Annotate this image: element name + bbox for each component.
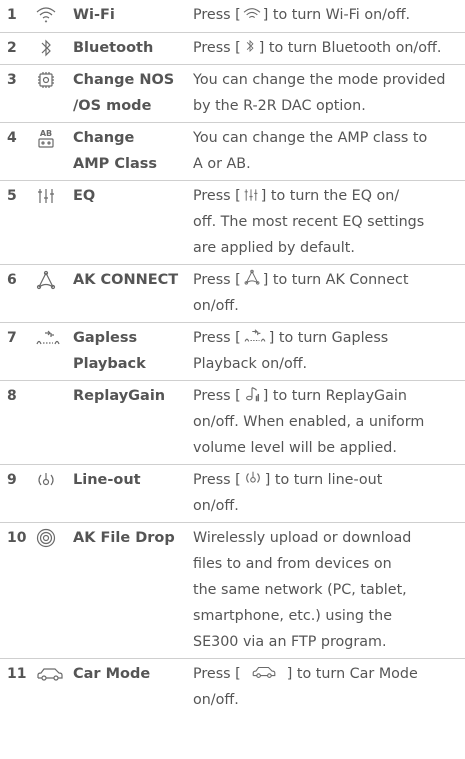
desc-text: Wirelessly upload or download — [193, 529, 412, 546]
ak-connect-icon — [36, 270, 56, 289]
row-number: 1 — [7, 7, 17, 23]
desc-text: by the R-2R DAC option. — [193, 97, 366, 114]
row-number: 6 — [7, 271, 17, 288]
desc-text: on/off. When enabled, a uniform — [193, 413, 425, 430]
wifi-icon — [243, 8, 261, 18]
feature-name: AK CONNECT — [73, 271, 179, 288]
desc-text: on/off. — [193, 691, 239, 708]
desc-text: off. The most recent EQ settings — [193, 213, 425, 230]
desc-text: ] to turn line-out — [264, 471, 383, 488]
table-row: 4 AB Change AMP Class You can change the … — [0, 122, 465, 181]
desc-text: Press [ — [193, 471, 241, 488]
desc-text: You can change the AMP class to — [193, 129, 428, 146]
row-number: 9 — [7, 471, 17, 488]
row-number: 10 — [7, 529, 27, 546]
gapless-icon — [244, 328, 266, 342]
desc-text: Press [ — [193, 187, 241, 204]
table-row: 1 Wi-Fi Press [ ] to turn Wi-Fi on/off. — [0, 0, 465, 33]
desc-text: A or AB. — [193, 155, 251, 172]
table-row: 10 AK File Drop Wirelessly upload or dow… — [0, 522, 465, 659]
desc-text: Press [ — [193, 7, 241, 23]
row-number: 7 — [7, 329, 17, 346]
table-row: 6 AK CONNECT Press [ ] to turn AK Connect… — [0, 264, 465, 323]
row-number: 11 — [7, 665, 27, 682]
feature-name: Wi-Fi — [73, 7, 115, 23]
desc-text: Press [ — [193, 271, 241, 288]
svg-text:AB: AB — [40, 129, 52, 138]
desc-text: volume level will be applied. — [193, 439, 397, 456]
desc-text: smartphone, etc.) using the — [193, 607, 393, 624]
feature-name: Change NOS — [73, 71, 175, 88]
desc-text: Press [ — [193, 39, 241, 56]
feature-name: Bluetooth — [73, 39, 154, 56]
desc-text: on/off. — [193, 297, 239, 314]
row-number: 8 — [7, 387, 17, 404]
table-row: 7 Gapless Playback Press [ ] to turn Gaple… — [0, 322, 465, 381]
table-row: 8 ReplayGain Press [ ] to turn ReplayGain… — [0, 380, 465, 465]
feature-name: Line-out — [73, 471, 141, 488]
row-number: 5 — [7, 187, 17, 204]
wifi-icon — [36, 7, 56, 23]
desc-text: ] to turn the EQ on/ — [260, 187, 400, 204]
table-row: 11 Car Mode Press [ ] to turn Car Mode on/… — [0, 658, 465, 716]
bluetooth-icon — [246, 39, 254, 52]
desc-text: ] to turn AK Connect — [262, 271, 409, 288]
desc-text: Press [ — [193, 665, 241, 682]
desc-text: ] to turn Car Mode — [286, 665, 418, 682]
table-row: 5 EQ Press [ ] to turn the EQ on/off. The… — [0, 180, 465, 265]
row-number: 2 — [7, 39, 17, 56]
replaygain-icon — [245, 386, 259, 401]
feature-table: 1 Wi-Fi Press [ ] to turn Wi-Fi on/off. 2… — [0, 0, 465, 716]
table-row: 2 Bluetooth Press [ ] to turn Bluetooth o… — [0, 32, 465, 65]
desc-text: Playback on/off. — [193, 355, 308, 372]
feature-name: Playback — [73, 355, 146, 372]
bluetooth-icon — [41, 39, 51, 56]
feature-name: AMP Class — [73, 155, 157, 172]
desc-text: ] to turn ReplayGain — [262, 387, 407, 404]
chip-icon — [38, 71, 54, 88]
desc-text: Press [ — [193, 329, 241, 346]
desc-text: ] to turn Bluetooth on/off. — [258, 39, 442, 56]
ak-connect-icon — [244, 269, 260, 285]
feature-name: Change — [73, 129, 135, 146]
amp-class-icon: AB — [38, 129, 54, 148]
table-row: 9 Line-out Press [ ] to turn line-out on/o… — [0, 464, 465, 523]
desc-text: ] to turn Wi-Fi on/off. — [262, 7, 411, 23]
gapless-icon — [36, 330, 60, 344]
desc-text: ] to turn Gapless — [268, 329, 389, 346]
row-number: 3 — [7, 71, 17, 88]
file-drop-icon — [36, 528, 56, 547]
feature-name: EQ — [73, 187, 96, 204]
feature-name: Gapless — [73, 329, 138, 346]
car-icon — [252, 666, 276, 678]
desc-text: the same network (PC, tablet, — [193, 581, 407, 598]
desc-text: files to and from devices on — [193, 555, 392, 572]
feature-name: Car Mode — [73, 665, 151, 682]
desc-text: You can change the mode provided — [193, 71, 446, 88]
table-row: 3 Change NOS/OS mode You can change the … — [0, 64, 465, 123]
line-out-icon — [38, 472, 54, 485]
car-icon — [37, 667, 63, 681]
desc-text: Press [ — [193, 387, 241, 404]
eq-sliders-icon — [244, 188, 258, 201]
line-out-icon — [245, 471, 260, 483]
desc-text: are applied by default. — [193, 239, 355, 256]
feature-name: ReplayGain — [73, 387, 166, 404]
feature-name: /OS mode — [73, 97, 152, 114]
eq-sliders-icon — [38, 188, 54, 203]
desc-text: SE300 via an FTP program. — [193, 633, 387, 650]
feature-name: AK File Drop — [73, 529, 175, 546]
row-number: 4 — [7, 129, 17, 146]
desc-text: on/off. — [193, 497, 239, 514]
